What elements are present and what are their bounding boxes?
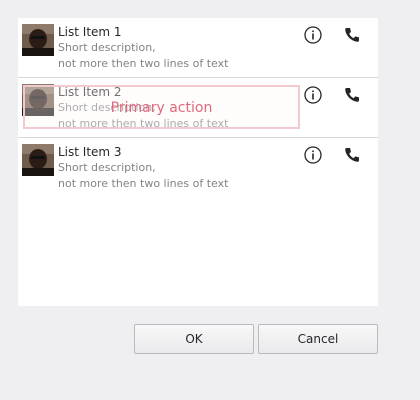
cancel-button[interactable]: Cancel [258, 324, 378, 354]
phone-icon[interactable] [342, 85, 362, 105]
list-panel: List Item 1 Short description, not more … [18, 18, 378, 306]
list-item-1[interactable]: List Item 1 Short description, not more … [18, 18, 378, 78]
item-title: List Item 1 [58, 25, 122, 39]
item-description: not more then two lines of text [58, 177, 229, 190]
info-icon[interactable] [303, 25, 323, 45]
info-icon[interactable] [303, 85, 323, 105]
list-item-3[interactable]: List Item 3 Short description, not more … [18, 138, 378, 198]
dialog: List Item 1 Short description, not more … [0, 0, 420, 400]
primary-action-overlay[interactable]: Primary action [23, 85, 300, 129]
item-title: List Item 3 [58, 145, 122, 159]
info-icon[interactable] [303, 145, 323, 165]
avatar [22, 144, 54, 176]
item-description: Short description, [58, 161, 156, 174]
item-description: not more then two lines of text [58, 57, 229, 70]
item-description: Short description, [58, 41, 156, 54]
avatar [22, 24, 54, 56]
phone-icon[interactable] [342, 25, 362, 45]
phone-icon[interactable] [342, 145, 362, 165]
ok-button[interactable]: OK [134, 324, 254, 354]
